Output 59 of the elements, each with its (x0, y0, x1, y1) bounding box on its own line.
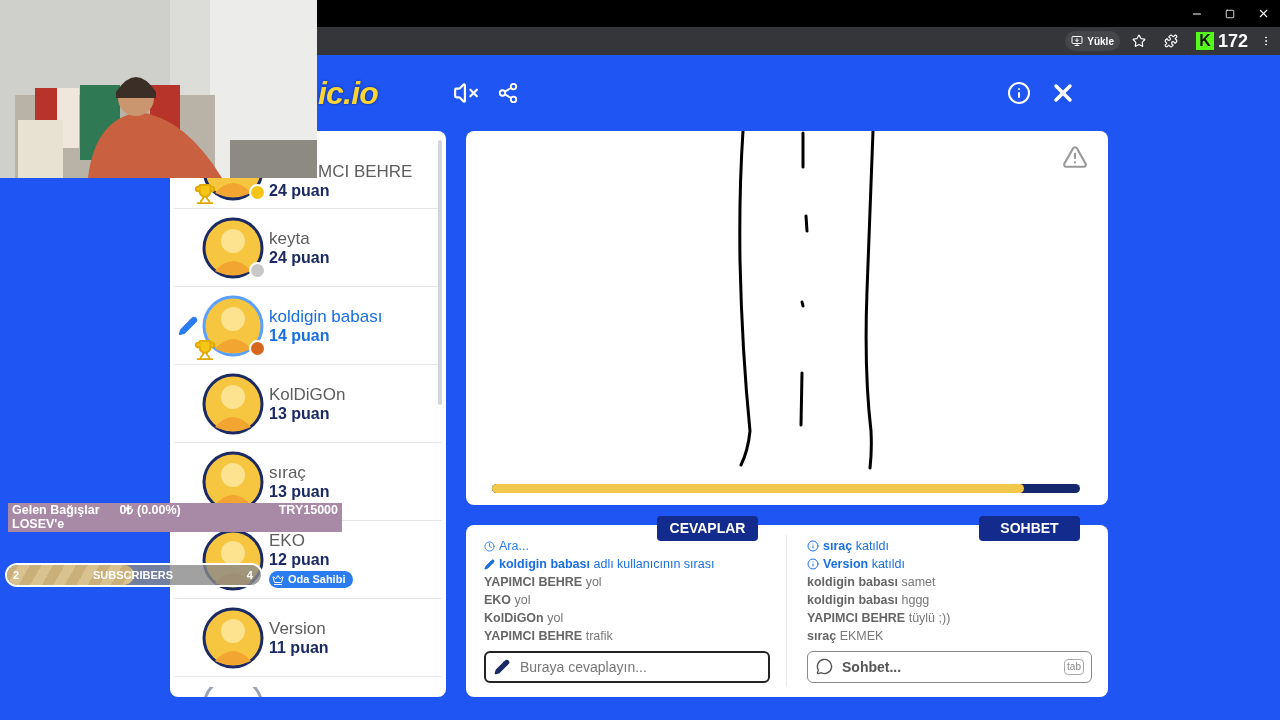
subscribers-current: 2 (13, 567, 20, 583)
player-points: 13 puan (269, 481, 330, 501)
player-name: EKO (269, 531, 306, 550)
chat-line: KolDiGOn yol (484, 610, 565, 627)
player-name: Version (269, 618, 327, 638)
viewer-count: 172 (1217, 32, 1248, 50)
player-points: 11 puan (269, 637, 329, 657)
pencil-icon (178, 315, 198, 336)
k-logo-badge: K (1195, 32, 1214, 50)
chat-line: YAPIMCI BEHRE yol (484, 574, 603, 591)
pencil-icon (484, 558, 495, 570)
chat-tab[interactable]: SOHBET (979, 516, 1080, 541)
donation-amount: 0₺ (0.00%) (119, 503, 181, 517)
answer-field[interactable]: Buraya cevaplayın... (484, 651, 770, 683)
player-points: 13 puan (269, 403, 331, 423)
player-points: 24 puan (269, 180, 331, 200)
player-name: sıraç (269, 462, 307, 482)
answers-tab[interactable]: CEVAPLAR (657, 516, 758, 541)
info-icon[interactable] (1007, 81, 1032, 105)
maximize-icon[interactable] (1225, 8, 1235, 19)
player-points: 12 puan (269, 550, 331, 569)
player-name: KolDiGOn (269, 384, 346, 404)
mute-icon[interactable] (453, 80, 480, 106)
chat-line: EKO yol (484, 592, 532, 609)
info-icon (807, 558, 819, 570)
install-button[interactable]: Yükle (1065, 31, 1120, 51)
player-name: keyta (269, 228, 311, 248)
donation-title: Gelen Bağışlar (12, 503, 100, 517)
game-logo: ic.io (318, 74, 379, 113)
crown-icon (272, 573, 284, 586)
monitor-icon (1071, 35, 1084, 47)
close-icon[interactable] (1257, 7, 1270, 20)
chat-line: koldigin babası hggg (807, 592, 931, 609)
tab-key-hint: tab (1064, 659, 1084, 675)
room-owner-badge: Oda Sahibi (269, 571, 354, 588)
chat-line: sıraç EKMEK (807, 628, 885, 645)
chat-line: Version katıldı (823, 556, 905, 573)
donation-recipient: LOSEV'e (12, 517, 66, 531)
player-name: koldigin babası (269, 306, 383, 326)
chat-line: sıraç katıldı (823, 538, 890, 555)
player-points: 24 puan (269, 247, 330, 267)
chat-line: Ara... (499, 538, 529, 555)
extensions-icon[interactable] (1163, 34, 1178, 48)
subscribers-goal: 4 (246, 567, 253, 583)
pencil-icon (494, 659, 510, 675)
avatar-icon (202, 687, 264, 697)
player-points: 14 puan (269, 325, 331, 345)
donation-goal: TRY15000 (278, 503, 338, 517)
info-icon (807, 540, 819, 552)
player-name: MCI BEHRE (318, 161, 413, 181)
report-icon[interactable] (1062, 144, 1088, 170)
chat-line: YAPIMCI BEHRE trafik (484, 628, 614, 645)
chat-line: koldigin babası adlı kullanıcının sırası (499, 556, 715, 573)
share-icon[interactable] (497, 82, 520, 104)
clock-icon (484, 540, 495, 552)
bookmark-icon[interactable] (1131, 34, 1146, 48)
chat-bubble-icon (816, 658, 833, 675)
chat-line: YAPIMCI BEHRE tüylü ;)) (807, 610, 952, 627)
chat-line: koldigin babası samet (807, 574, 937, 591)
